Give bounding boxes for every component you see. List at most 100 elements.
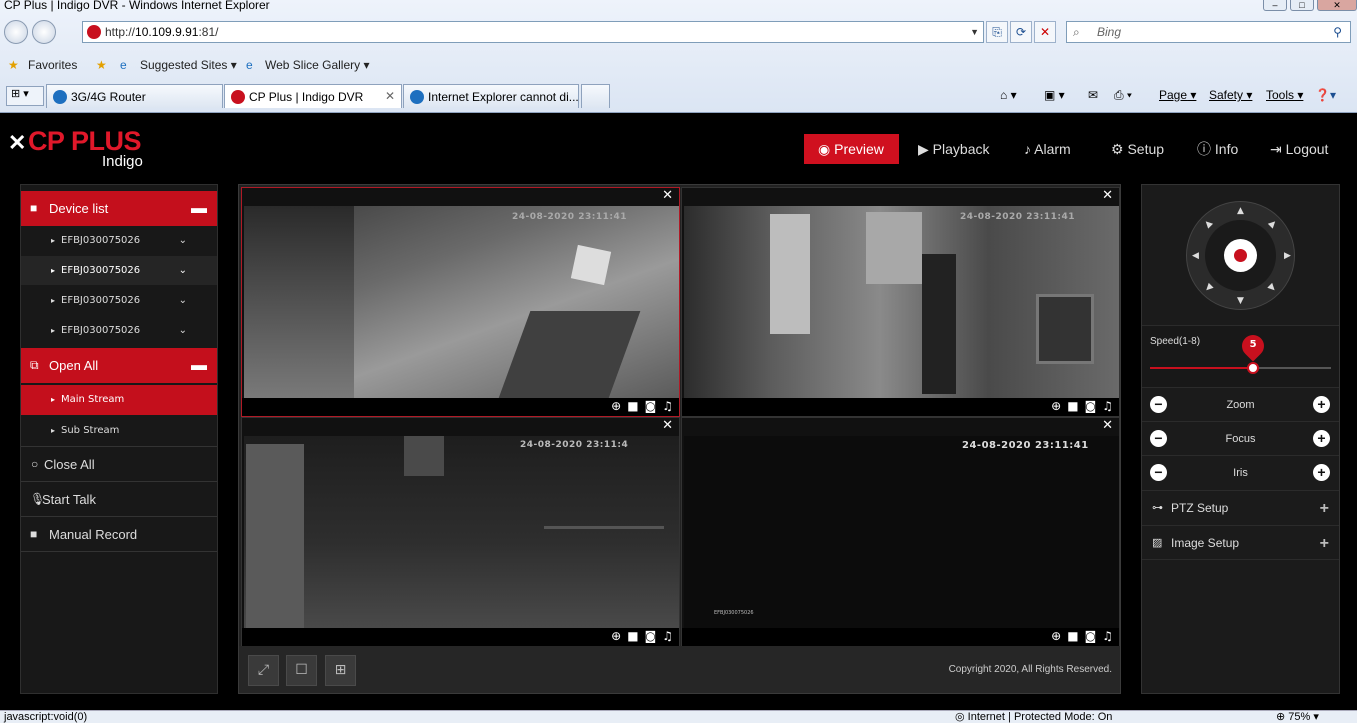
record-video-icon[interactable]: ■ <box>1067 629 1078 643</box>
zoom-icon[interactable]: ⊕ <box>611 629 621 643</box>
video-pane-1[interactable]: ✕ 24-08-2020 23:11:41 ⊕ ■ ◙ ♫ <box>241 187 680 417</box>
arrow-left-icon[interactable]: ◀ <box>1192 251 1199 261</box>
collapse-icon[interactable]: ▬ <box>191 191 207 226</box>
arrow-right-icon[interactable]: ▶ <box>1284 251 1291 261</box>
open-all-header[interactable]: ⧉ Open All ▬ <box>21 348 217 383</box>
zoom-status[interactable]: ⊕ 75% ▾ <box>1276 712 1319 723</box>
nav-alarm[interactable]: ♪ Alarm <box>1024 134 1071 164</box>
nav-playback[interactable]: ▶ Playback <box>918 134 989 164</box>
quick-tabs-button[interactable]: ⊞ ▾ <box>6 86 44 106</box>
device-item[interactable]: ▸ EFBJ030075026 ⌄ <box>21 286 217 315</box>
zoom-icon[interactable]: ⊕ <box>1051 399 1061 413</box>
zoom-in-button[interactable]: + <box>1313 396 1330 413</box>
sub-stream-item[interactable]: ▸ Sub Stream <box>21 416 217 446</box>
device-list-header[interactable]: ■ Device list ▬ <box>21 191 217 226</box>
arrow-down-right-icon[interactable]: ▼ <box>1266 282 1278 294</box>
back-button[interactable] <box>4 20 28 44</box>
print-icon[interactable]: ⎙ ▾ <box>1114 88 1132 103</box>
expand-icon[interactable]: + <box>1320 526 1329 561</box>
audio-icon[interactable]: ♫ <box>1102 629 1113 643</box>
zoom-icon[interactable]: ⊕ <box>611 399 621 413</box>
speed-handle[interactable] <box>1247 362 1260 374</box>
close-window-button[interactable]: ✕ <box>1317 0 1357 11</box>
chevron-down-icon[interactable]: ⌄ <box>179 286 187 315</box>
ptz-setup-header[interactable]: ⊶ PTZ Setup + <box>1142 490 1339 525</box>
nav-preview[interactable]: ◉ Preview <box>804 134 899 164</box>
suggested-sites-link[interactable]: Suggested Sites ▾ <box>140 58 237 72</box>
page-menu[interactable]: Page ▾ <box>1159 88 1196 102</box>
fullscreen-button[interactable]: ⤢ <box>248 655 279 686</box>
feeds-icon[interactable]: ▣ ▾ <box>1044 88 1065 102</box>
audio-icon[interactable]: ♫ <box>1102 399 1113 413</box>
start-talk-button[interactable]: 🎙 Start Talk <box>21 481 217 516</box>
record-video-icon[interactable]: ■ <box>627 629 638 643</box>
close-tab-icon[interactable]: ✕ <box>385 89 395 103</box>
video-pane-4[interactable]: ✕ 24-08-2020 23:11:41 EFBJ030075026 ⊕ ■ ◙ ♫ <box>681 417 1120 647</box>
nav-logout[interactable]: ⇥ Logout <box>1270 134 1328 164</box>
chevron-down-icon[interactable]: ⌄ <box>179 226 187 255</box>
chevron-down-icon[interactable]: ⌄ <box>179 316 187 345</box>
new-tab-button[interactable] <box>581 84 610 108</box>
tab-router[interactable]: 3G/4G Router <box>46 84 223 108</box>
video-pane-3[interactable]: ✕ 24-08-2020 23:11:4 ⊕ ■ ◙ ♫ <box>241 417 680 647</box>
quad-view-button[interactable]: ⊞ <box>325 655 356 686</box>
speed-slider[interactable]: 5 <box>1150 330 1331 374</box>
close-pane-icon[interactable]: ✕ <box>1102 418 1113 433</box>
device-item[interactable]: ▸ EFBJ030075026 ⌄ <box>21 256 217 285</box>
web-slice-link[interactable]: Web Slice Gallery ▾ <box>265 58 370 72</box>
ptz-center-button[interactable] <box>1224 239 1257 272</box>
minimize-button[interactable]: – <box>1263 0 1287 11</box>
arrow-up-left-icon[interactable]: ▲ <box>1202 218 1214 230</box>
device-item[interactable]: ▸ EFBJ030075026 ⌄ <box>21 226 217 255</box>
tools-menu[interactable]: Tools ▾ <box>1266 88 1303 102</box>
iris-minus-button[interactable]: − <box>1150 464 1167 481</box>
snapshot-icon[interactable]: ◙ <box>1085 399 1097 413</box>
refresh-icon[interactable]: ⟳ <box>1010 21 1032 43</box>
arrow-down-left-icon[interactable]: ▼ <box>1202 282 1214 294</box>
safety-menu[interactable]: Safety ▾ <box>1209 88 1252 102</box>
address-bar[interactable]: http://10.109.9.91:81/ ▼ <box>82 21 984 43</box>
focus-minus-button[interactable]: − <box>1150 430 1167 447</box>
main-stream-item[interactable]: ▸ Main Stream <box>21 385 217 415</box>
arrow-up-right-icon[interactable]: ▲ <box>1266 218 1278 230</box>
image-setup-header[interactable]: ▨ Image Setup + <box>1142 525 1339 560</box>
stop-icon[interactable]: ✕ <box>1034 21 1056 43</box>
home-icon[interactable]: ⌂ ▾ <box>1000 88 1017 102</box>
help-icon[interactable]: ❓▾ <box>1315 88 1336 102</box>
expand-icon[interactable]: + <box>1320 491 1329 526</box>
zoom-out-button[interactable]: − <box>1150 396 1167 413</box>
chevron-down-icon[interactable]: ⌄ <box>179 256 187 285</box>
add-favorite-icon[interactable]: ★ <box>96 58 107 72</box>
record-video-icon[interactable]: ■ <box>627 399 638 413</box>
search-box[interactable]: ⌕ Bing ⚲ <box>1066 21 1351 43</box>
tab-cpplus[interactable]: CP Plus | Indigo DVR ✕ <box>224 84 402 108</box>
forward-button[interactable] <box>32 20 56 44</box>
arrow-down-icon[interactable]: ▼ <box>1237 296 1244 306</box>
mail-icon[interactable]: ✉ <box>1088 88 1098 102</box>
snapshot-icon[interactable]: ◙ <box>1085 629 1097 643</box>
snapshot-icon[interactable]: ◙ <box>645 629 657 643</box>
arrow-up-icon[interactable]: ▲ <box>1237 206 1244 216</box>
iris-plus-button[interactable]: + <box>1313 464 1330 481</box>
snapshot-icon[interactable]: ◙ <box>645 399 657 413</box>
record-video-icon[interactable]: ■ <box>1067 399 1078 413</box>
ptz-joystick[interactable]: ▲ ▼ ◀ ▶ ▲ ▲ ▼ ▼ <box>1186 201 1295 310</box>
nav-setup[interactable]: ⚙ Setup <box>1111 134 1164 164</box>
nav-info[interactable]: ⓘ Info <box>1197 134 1238 164</box>
close-pane-icon[interactable]: ✕ <box>1102 188 1113 203</box>
zoom-icon[interactable]: ⊕ <box>1051 629 1061 643</box>
device-item[interactable]: ▸ EFBJ030075026 ⌄ <box>21 316 217 345</box>
audio-icon[interactable]: ♫ <box>662 629 673 643</box>
search-icon[interactable]: ⚲ <box>1333 22 1342 42</box>
focus-plus-button[interactable]: + <box>1313 430 1330 447</box>
close-pane-icon[interactable]: ✕ <box>662 418 673 433</box>
tab-error[interactable]: Internet Explorer cannot di... <box>403 84 579 108</box>
favorites-button[interactable]: Favorites <box>28 58 77 72</box>
compatibility-view-icon[interactable]: ⎘ <box>986 21 1008 43</box>
address-dropdown-icon[interactable]: ▼ <box>970 22 979 42</box>
maximize-button[interactable]: □ <box>1290 0 1314 11</box>
collapse-icon[interactable]: ▬ <box>191 348 207 383</box>
manual-record-button[interactable]: ■ Manual Record <box>21 516 217 551</box>
single-view-button[interactable]: ☐ <box>286 655 317 686</box>
close-all-button[interactable]: ○ Close All <box>21 446 217 481</box>
